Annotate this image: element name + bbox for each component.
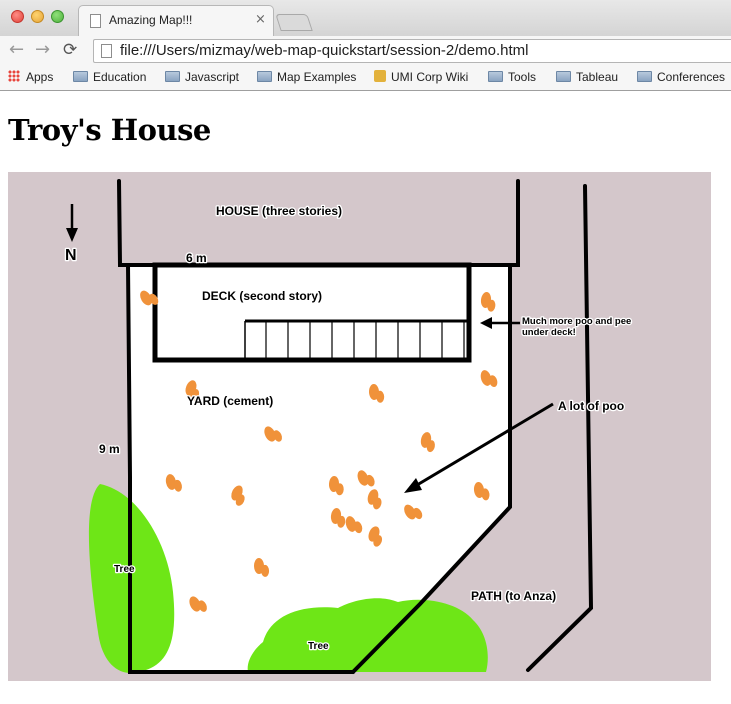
reload-icon[interactable]: ⟳ <box>63 39 77 61</box>
yard-label: YARD (cement) <box>187 394 273 408</box>
browser-toolbar: ← → ⟳ file:///Users/mizmay/web-map-quick… <box>0 36 731 66</box>
yard-height-label: 9 m <box>99 442 120 456</box>
deck <box>152 262 472 363</box>
bookmarks-bar: Apps Education Javascript Map Examples U… <box>0 66 731 91</box>
deck-note-line-1: Much more poo and pee <box>522 316 631 327</box>
bookmark-tools[interactable]: Tools <box>488 70 536 87</box>
tab-close-icon[interactable]: × <box>255 12 266 27</box>
folder-icon <box>637 71 652 82</box>
bookmark-label: Javascript <box>185 70 240 84</box>
window-titlebar: Amazing Map!!! × <box>0 0 731 36</box>
bookmark-education[interactable]: Education <box>73 70 146 87</box>
maximize-window-button[interactable] <box>51 10 64 23</box>
folder-icon <box>73 71 88 82</box>
deck-label: DECK (second story) <box>202 289 322 303</box>
map-drawing: N HOUSE (three stories) 6 m DECK (second… <box>8 172 711 681</box>
minimize-window-button[interactable] <box>31 10 44 23</box>
bookmark-label: Conferences <box>657 70 726 84</box>
deck-note-line-2: under deck! <box>522 327 576 338</box>
bookmark-label: Education <box>93 70 147 84</box>
tree-bottom-label: Tree <box>308 641 329 652</box>
back-arrow-icon[interactable]: ← <box>9 39 24 61</box>
folder-icon <box>165 71 180 82</box>
new-tab-button[interactable] <box>275 14 313 31</box>
tab-title: Amazing Map!!! <box>109 13 193 27</box>
bookmark-tableau[interactable]: Tableau <box>556 70 618 87</box>
tree-left-label: Tree <box>114 564 135 575</box>
browser-tab[interactable]: Amazing Map!!! × <box>78 5 274 36</box>
address-bar[interactable]: file:///Users/mizmay/web-map-quickstart/… <box>93 39 731 63</box>
bookmark-conferences[interactable]: Conferences <box>637 70 725 87</box>
page-title: Troy's House <box>8 113 211 147</box>
house-map[interactable]: N HOUSE (three stories) 6 m DECK (second… <box>8 172 711 681</box>
folder-icon <box>488 71 503 82</box>
house-label: HOUSE (three stories) <box>216 204 342 218</box>
path-label: PATH (to Anza) <box>471 589 556 603</box>
bookmark-apps[interactable]: Apps <box>8 70 53 87</box>
folder-icon <box>556 71 571 82</box>
page-icon <box>90 14 101 28</box>
north-label: N <box>65 247 77 264</box>
page-icon <box>101 44 112 58</box>
bookmark-javascript[interactable]: Javascript <box>165 70 239 87</box>
url-text[interactable]: file:///Users/mizmay/web-map-quickstart/… <box>120 42 528 59</box>
bookmark-label: Tableau <box>576 70 619 84</box>
bookmark-umi-corp-wiki[interactable]: UMI Corp Wiki <box>374 70 468 87</box>
poo-note-label: A lot of poo <box>558 399 624 413</box>
bookmark-label: Apps <box>26 70 54 84</box>
close-window-button[interactable] <box>11 10 24 23</box>
bookmark-label: Tools <box>508 70 537 84</box>
bookmark-label: UMI Corp Wiki <box>391 70 469 84</box>
deck-width-label: 6 m <box>186 251 207 265</box>
apps-icon <box>8 70 20 82</box>
wiki-icon <box>374 70 386 82</box>
bookmark-map-examples[interactable]: Map Examples <box>257 70 356 87</box>
bookmark-label: Map Examples <box>277 70 357 84</box>
forward-arrow-icon[interactable]: → <box>35 39 50 61</box>
folder-icon <box>257 71 272 82</box>
